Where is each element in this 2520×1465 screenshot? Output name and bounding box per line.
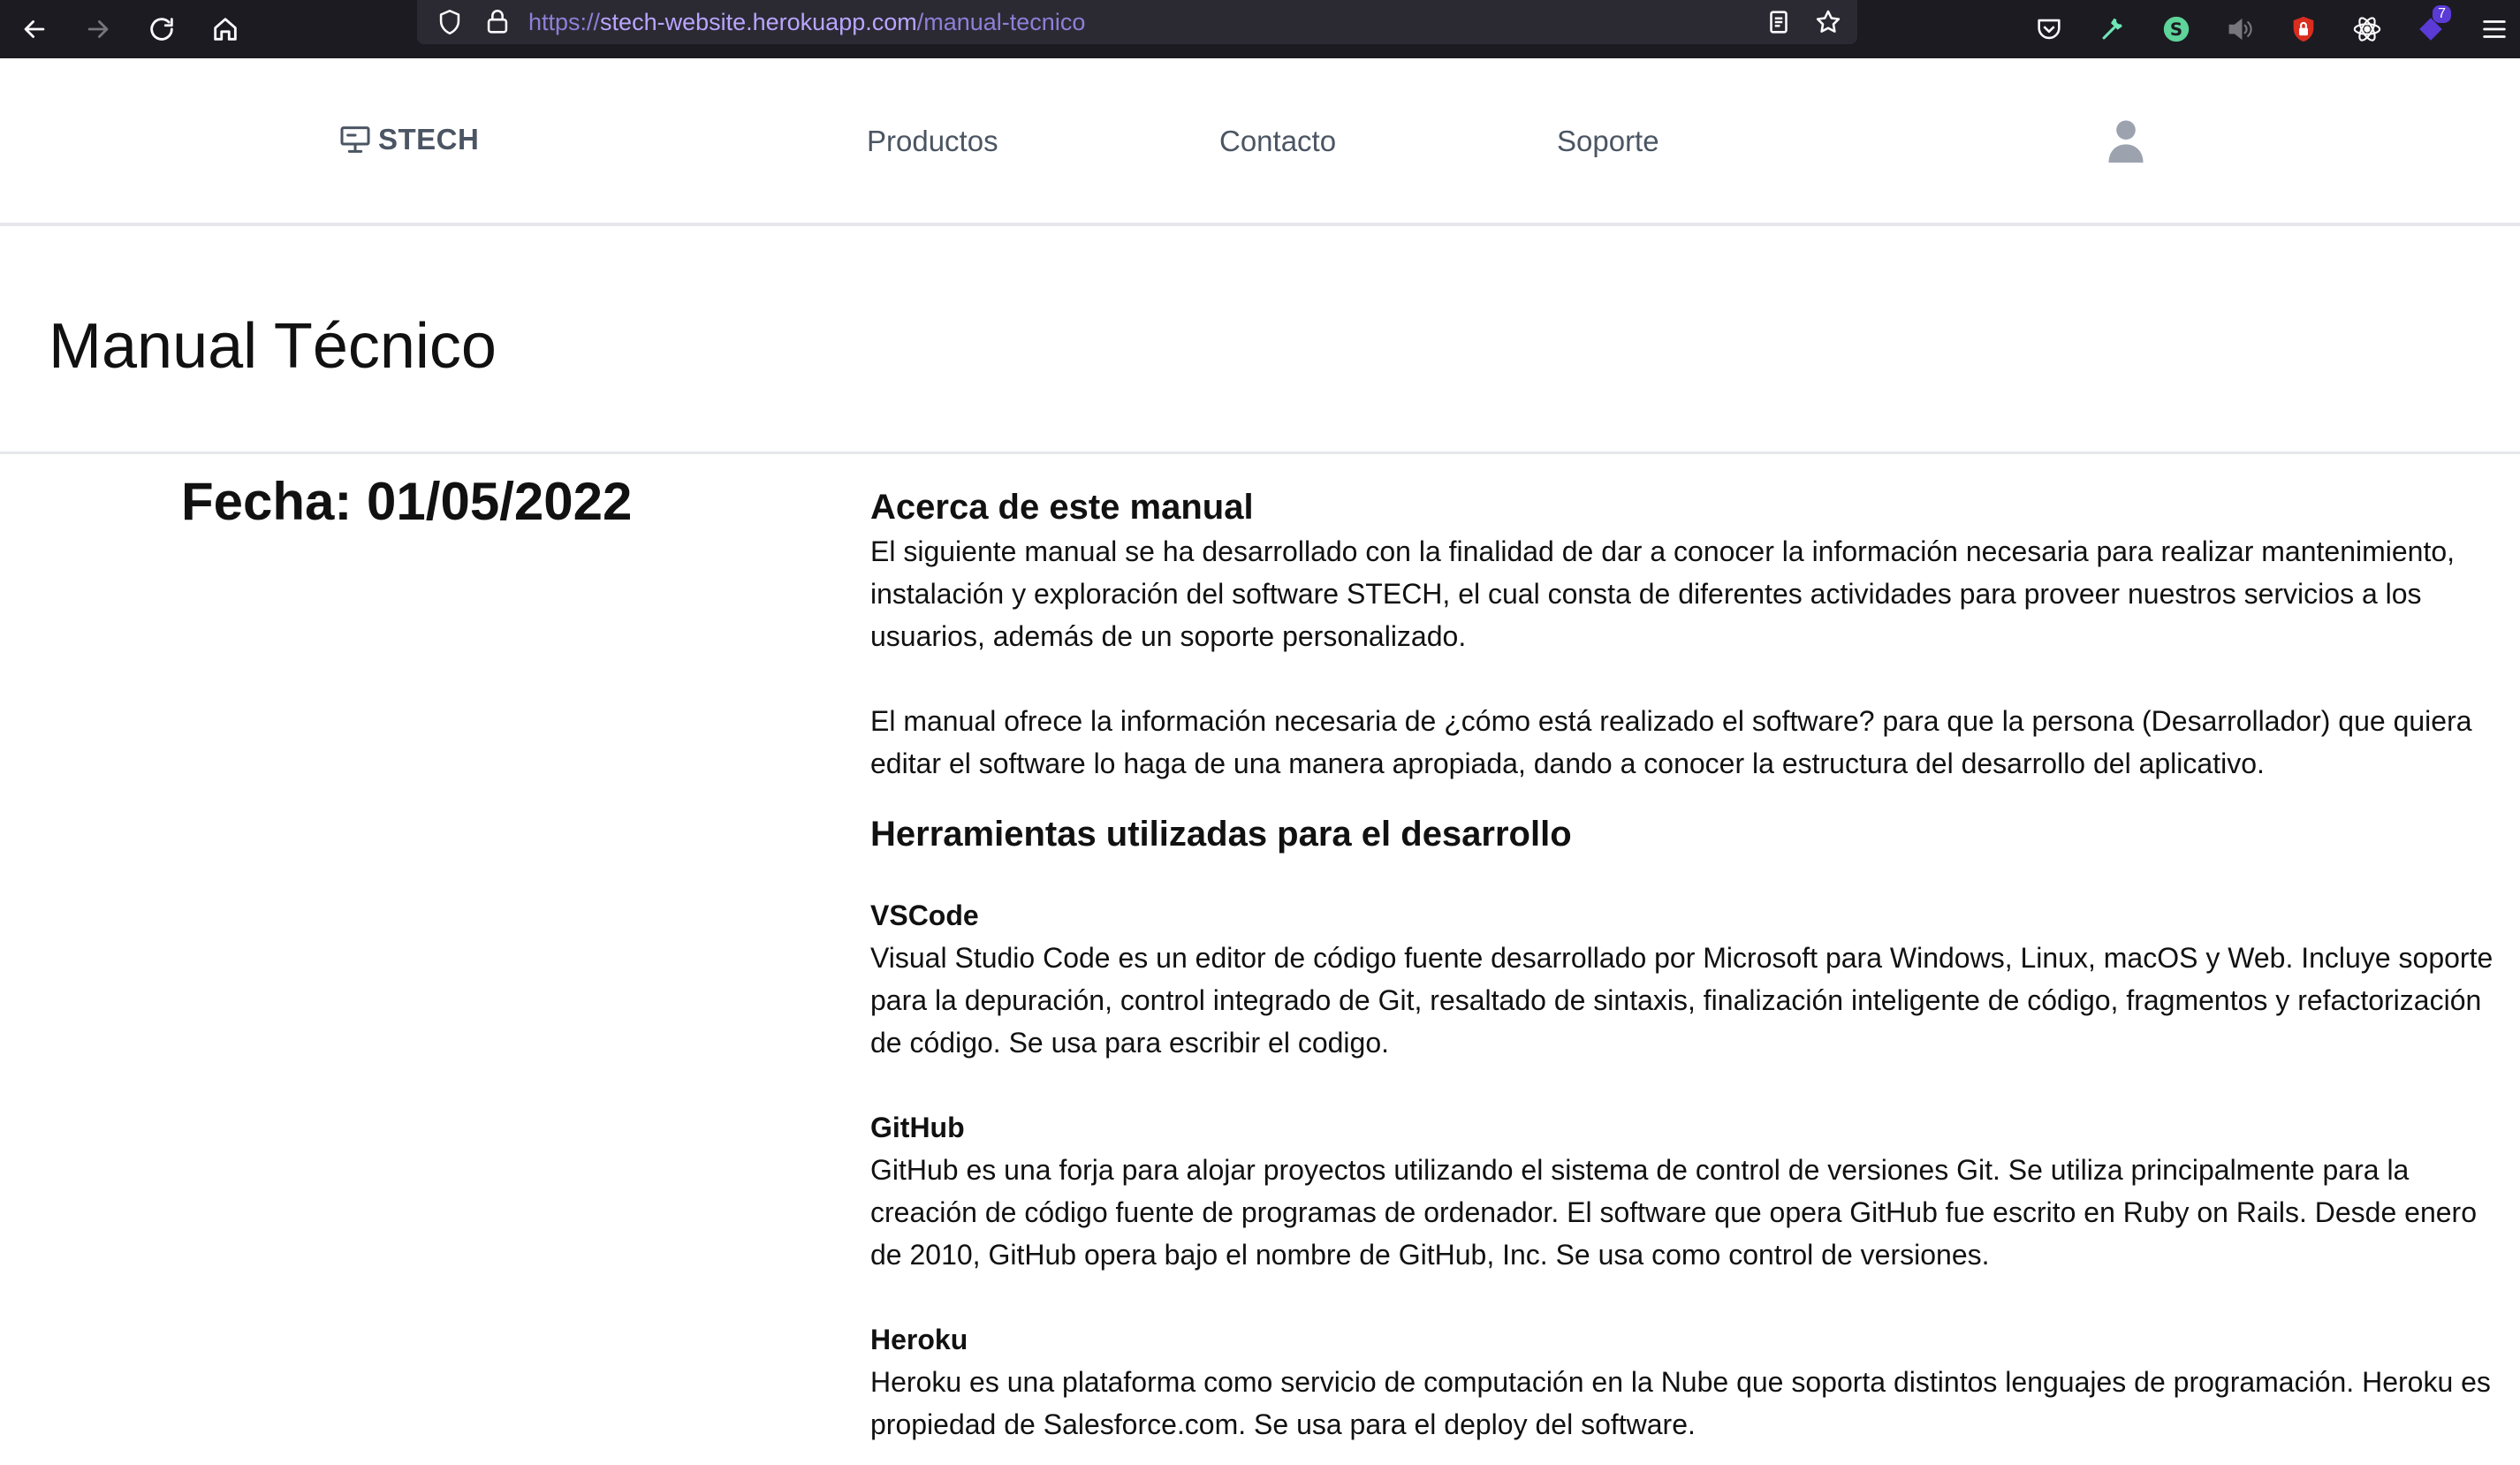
tool-name-github: GitHub	[870, 1112, 965, 1143]
extension-badge-count: 7	[2433, 5, 2451, 23]
reader-view-icon[interactable]	[1757, 0, 1801, 44]
logo-text: STECH	[378, 123, 480, 156]
page-title: Manual Técnico	[49, 311, 497, 382]
about-heading: Acerca de este manual	[870, 488, 1254, 527]
pocket-icon[interactable]	[2027, 7, 2071, 51]
lock-icon[interactable]	[475, 0, 520, 44]
tool-desc-vscode: Visual Studio Code es un editor de códig…	[870, 942, 2493, 1059]
reload-icon[interactable]	[140, 7, 184, 51]
bookmark-star-icon[interactable]	[1806, 0, 1850, 44]
tools-heading: Herramientas utilizadas para el desarrol…	[870, 815, 1572, 854]
forward-arrow-icon[interactable]	[76, 7, 120, 51]
browser-toolbar: https://stech-website.herokuapp.com/manu…	[0, 0, 2520, 58]
tool-name-heroku: Heroku	[870, 1324, 968, 1355]
url-host: stech-website.herokuapp.com	[600, 9, 917, 35]
tool-desc-heroku: Heroku es una plataforma como servicio d…	[870, 1366, 2491, 1440]
back-arrow-icon[interactable]	[12, 7, 57, 51]
tool-desc-github: GitHub es una forja para alojar proyecto…	[870, 1154, 2477, 1271]
tracking-shield-icon[interactable]	[428, 0, 472, 44]
url-bar[interactable]: https://stech-website.herokuapp.com/manu…	[417, 0, 1857, 44]
hamburger-menu-icon[interactable]	[2472, 7, 2516, 51]
svg-text:S: S	[2170, 19, 2182, 40]
about-paragraph-1: El siguiente manual se ha desarrollado c…	[870, 535, 2455, 652]
react-devtools-icon[interactable]	[2345, 7, 2389, 51]
tool-name-vscode: VSCode	[870, 899, 979, 931]
site-header: STECH Productos Contacto Soporte	[0, 58, 2520, 226]
manual-content: Acerca de este manual El siguiente manua…	[870, 484, 2505, 1446]
wrench-icon[interactable]	[2091, 7, 2135, 51]
url-path: /manual-tecnico	[916, 9, 1086, 35]
home-icon[interactable]	[203, 7, 247, 51]
url-scheme: https://	[528, 9, 601, 35]
user-avatar-icon[interactable]	[2103, 117, 2149, 163]
nav-link-productos[interactable]: Productos	[867, 124, 998, 159]
url-text[interactable]: https://stech-website.herokuapp.com/manu…	[528, 8, 1085, 36]
nav-link-contacto[interactable]: Contacto	[1219, 124, 1336, 159]
speaker-icon[interactable]	[2218, 7, 2262, 51]
presentation-icon	[340, 126, 370, 153]
title-section: Manual Técnico	[0, 230, 2520, 454]
extension-badge-icon[interactable]: 7	[2409, 5, 2453, 51]
nav-link-soporte[interactable]: Soporte	[1557, 124, 1659, 159]
password-lock-icon[interactable]	[2281, 7, 2326, 51]
about-paragraph-2: El manual ofrece la información necesari…	[870, 705, 2472, 779]
site-logo[interactable]: STECH	[338, 122, 479, 157]
extension-s-icon[interactable]: S	[2154, 7, 2198, 51]
document-date: Fecha: 01/05/2022	[181, 472, 633, 531]
